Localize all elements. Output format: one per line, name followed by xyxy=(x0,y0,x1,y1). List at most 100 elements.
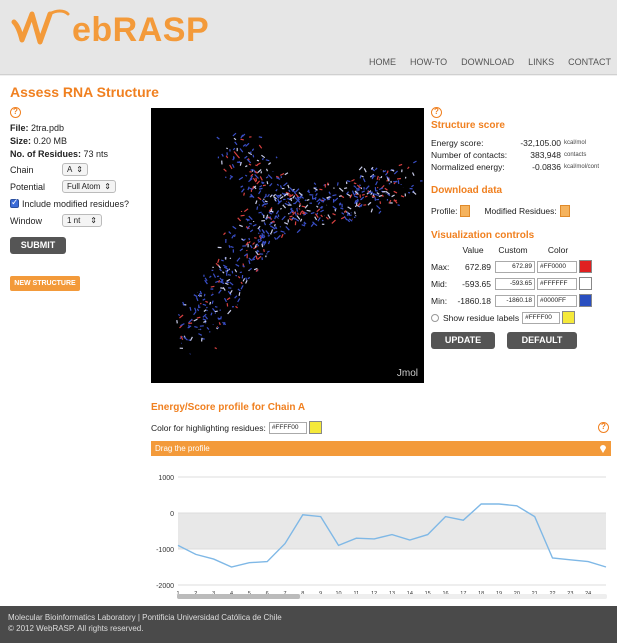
drag-profile-bar[interactable]: Drag the profile xyxy=(151,441,611,456)
atom-bond xyxy=(242,143,247,147)
label-color-input[interactable]: #FFFF00 xyxy=(522,311,561,324)
atom-bond xyxy=(258,136,263,139)
atom-bond xyxy=(249,229,254,233)
energy-profile-chart[interactable]: 10000-1000-20001234567891011121314151617… xyxy=(151,457,611,599)
max-label: Max: xyxy=(431,261,450,272)
atom-bond xyxy=(395,180,398,183)
atom-bond xyxy=(265,230,270,235)
new-structure-button[interactable]: NEW STRUCTURE xyxy=(10,276,80,291)
atom-bond xyxy=(316,205,319,208)
nav-home[interactable]: HOME xyxy=(369,57,396,67)
atom-bond xyxy=(347,211,349,216)
atom-bond xyxy=(386,170,389,174)
chart-scrollbar[interactable] xyxy=(177,594,607,599)
atom-bond xyxy=(229,257,232,260)
visualization-controls-title: Visualization controls xyxy=(431,230,535,241)
atom-bond xyxy=(235,305,238,309)
jmol-watermark: Jmol xyxy=(396,368,418,379)
update-button[interactable]: UPDATE xyxy=(431,332,495,349)
max-custom-input[interactable]: 672.89 xyxy=(495,260,535,273)
atom-bond xyxy=(261,154,266,159)
atom-bond xyxy=(309,194,314,196)
location-pin-icon[interactable] xyxy=(599,444,607,453)
profile-download-label: Profile: xyxy=(431,206,458,216)
atom-bond xyxy=(293,202,296,205)
atom-bond xyxy=(245,165,248,168)
atom-bond xyxy=(332,194,337,197)
atom-bond xyxy=(215,327,219,330)
nav-contact[interactable]: CONTACT xyxy=(568,57,611,67)
logo-text[interactable]: ebRASP xyxy=(72,10,209,50)
atom-bond xyxy=(262,157,264,161)
viz-row-max: Max: 672.89 672.89 #FF0000 xyxy=(431,258,611,275)
min-custom-input[interactable]: -1860.18 xyxy=(495,294,535,307)
molecule-viewer[interactable]: Jmol xyxy=(151,108,424,383)
atom-bond xyxy=(275,210,280,215)
chart-scrollbar-thumb[interactable] xyxy=(177,594,300,599)
highlight-color-input[interactable]: #FFFF00 xyxy=(268,421,307,434)
highlight-color-swatch[interactable] xyxy=(308,421,322,434)
atom-bond xyxy=(255,200,258,205)
atom-bond xyxy=(275,156,278,159)
mid-label: Mid: xyxy=(431,278,448,289)
max-color-input[interactable]: #FF0000 xyxy=(537,260,577,273)
window-select[interactable]: 1 nt ⇕ xyxy=(62,214,102,227)
modified-residues-download-icon[interactable] xyxy=(559,205,570,217)
max-color-swatch[interactable] xyxy=(579,260,592,273)
help-icon[interactable]: ? xyxy=(431,107,442,118)
atom-bond xyxy=(284,202,289,206)
chain-select[interactable]: A ⇕ xyxy=(62,163,88,176)
nav-how-to[interactable]: HOW-TO xyxy=(410,57,447,67)
profile-download-icon[interactable] xyxy=(460,205,471,217)
potential-select[interactable]: Full Atom ⇕ xyxy=(62,180,116,193)
atom-bond xyxy=(205,306,208,309)
label-color-swatch[interactable] xyxy=(562,311,576,324)
atom-bond xyxy=(374,167,378,171)
atom-bond xyxy=(359,175,362,179)
atom-bond xyxy=(241,188,245,193)
atom-bond xyxy=(222,264,228,268)
mid-custom-input[interactable]: -593.65 xyxy=(495,277,535,290)
atom-bond xyxy=(251,148,255,152)
atom-bond xyxy=(238,160,240,163)
default-button[interactable]: DEFAULT xyxy=(507,332,577,349)
contacts-value: 383,948 xyxy=(530,150,561,160)
highlight-color-row: Color for highlighting residues: #FFFF00 xyxy=(151,421,322,434)
atom-bond xyxy=(282,204,287,209)
atom-bond xyxy=(229,164,233,170)
atom-bond xyxy=(218,289,222,294)
help-icon[interactable]: ? xyxy=(10,107,21,118)
include-modified-checkbox[interactable] xyxy=(10,197,19,208)
mid-color-swatch[interactable] xyxy=(579,277,592,290)
atom-bond xyxy=(378,194,383,198)
atom-bond xyxy=(376,175,379,180)
atom-bond xyxy=(255,268,259,273)
mid-color-input[interactable]: #FFFFFF xyxy=(537,277,577,290)
logo-icon[interactable] xyxy=(10,8,72,52)
atom-bond xyxy=(211,300,214,304)
nav-download[interactable]: DOWNLOAD xyxy=(461,57,514,67)
help-icon[interactable]: ? xyxy=(598,422,609,433)
atom-bond xyxy=(254,237,257,239)
atom-bond xyxy=(179,314,184,319)
energy-label: Energy score: xyxy=(431,138,484,148)
min-color-swatch[interactable] xyxy=(579,294,592,307)
atom-bond xyxy=(232,157,236,161)
atom-bond xyxy=(284,172,289,176)
atom-bond xyxy=(223,232,226,236)
atom-bond xyxy=(202,318,207,321)
drag-profile-label: Drag the profile xyxy=(155,444,210,453)
submit-button[interactable]: SUBMIT xyxy=(10,237,66,254)
atom-bond xyxy=(252,154,255,158)
include-modified-label: Include modified residues? xyxy=(22,198,130,209)
nav-links[interactable]: LINKS xyxy=(528,57,554,67)
min-color-input[interactable]: #0000FF xyxy=(537,294,577,307)
atom-bond xyxy=(245,277,248,281)
atom-bond xyxy=(340,207,344,210)
residues-value: 73 nts xyxy=(83,149,109,159)
atom-bond xyxy=(279,185,283,189)
y-tick-label: -2000 xyxy=(156,583,174,590)
show-labels-checkbox[interactable] xyxy=(431,313,439,322)
atom-bond xyxy=(237,217,242,222)
atom-bond xyxy=(242,278,246,282)
